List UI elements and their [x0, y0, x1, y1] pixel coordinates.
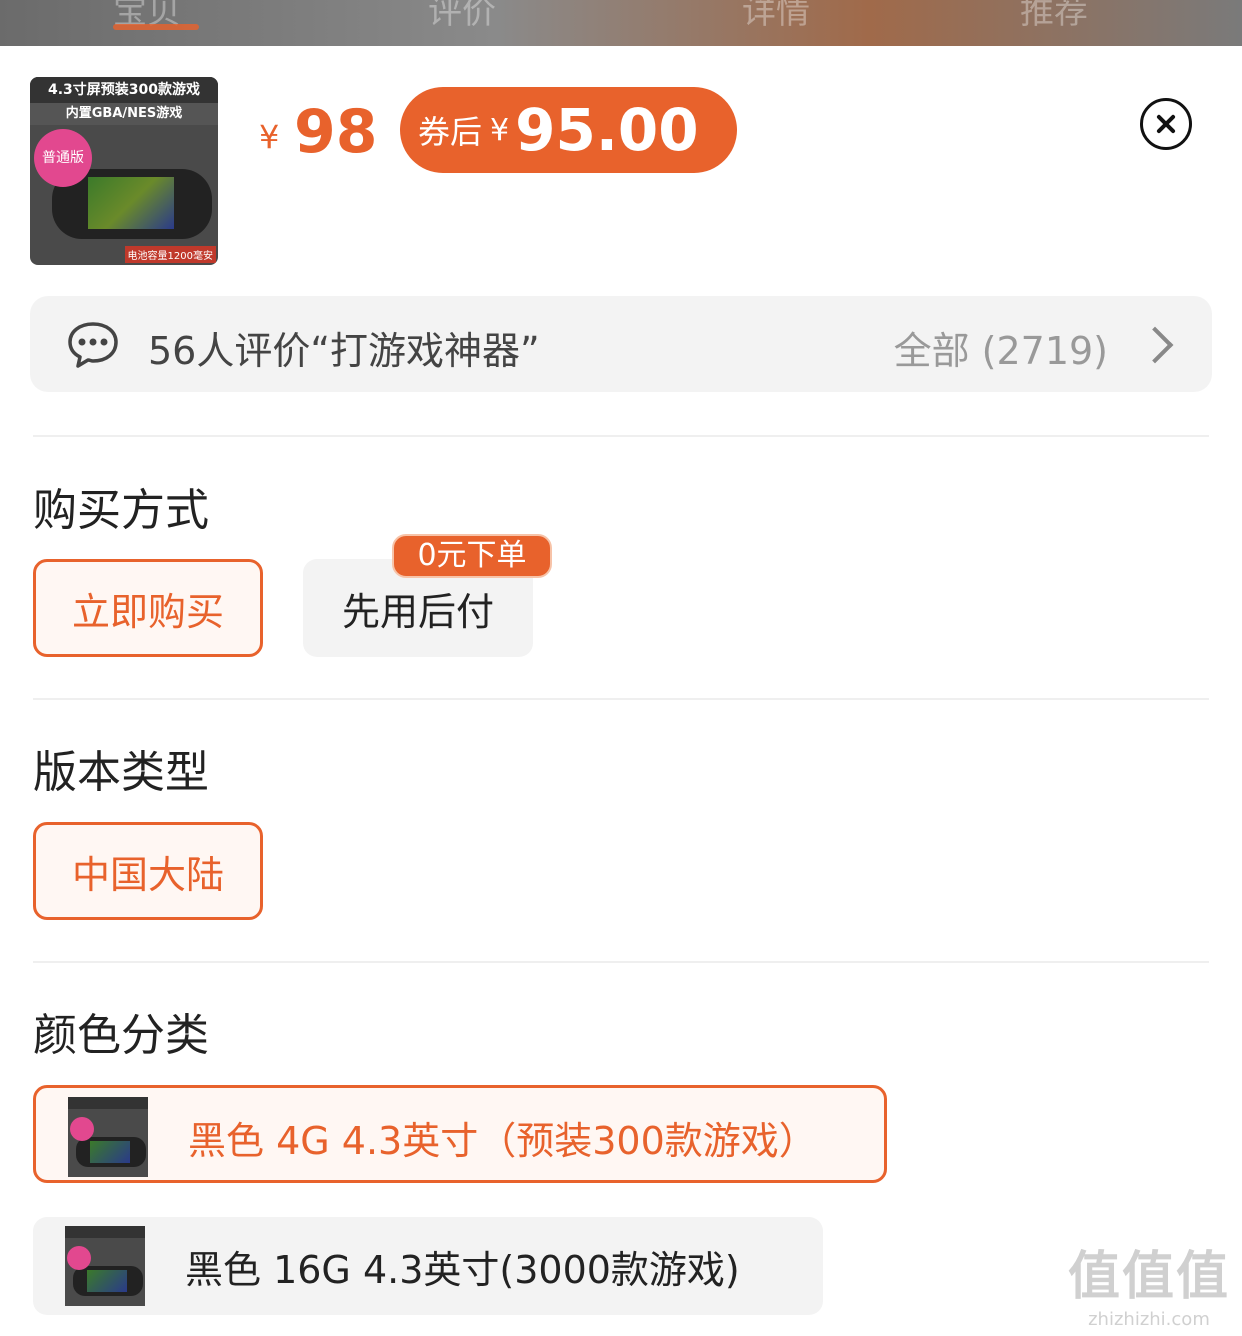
coupon-price: 95.00: [515, 96, 699, 164]
coupon-label: 券后: [418, 113, 483, 151]
color-option-label: 黑色 16G 4.3英寸(3000款游戏): [185, 1248, 740, 1292]
tab-reviews[interactable]: 评价: [428, 0, 496, 33]
active-tab-indicator: [113, 24, 199, 30]
color-option-label: 黑色 4G 4.3英寸（预装300款游戏）: [188, 1119, 817, 1163]
reviews-all-count[interactable]: 全部 (2719): [894, 320, 1108, 375]
divider: [33, 961, 1209, 963]
coupon-price-pill: 券后 ¥ 95.00: [400, 87, 737, 173]
tab-details[interactable]: 详情: [742, 0, 810, 33]
thumb-battery-note: 电池容量1200毫安: [124, 246, 216, 263]
chat-bubble-icon: [68, 322, 118, 368]
device-screen: [88, 177, 174, 229]
thumb-caption-1: 4.3寸屏预装300款游戏: [30, 77, 218, 103]
purchase-method-title: 购买方式: [33, 485, 209, 536]
thumb-badge: 普通版: [34, 129, 92, 187]
close-icon[interactable]: [1140, 98, 1192, 150]
option-mainland-china[interactable]: 中国大陆: [33, 822, 263, 920]
color-category-title: 颜色分类: [33, 1010, 209, 1061]
chevron-right-icon: [1136, 326, 1174, 364]
site-watermark: 值值值 zhizhizhi.com: [1068, 1234, 1230, 1330]
color-option-thumbnail: [65, 1226, 145, 1306]
zero-yuan-order-tag: 0元下单: [392, 534, 552, 578]
product-thumbnail[interactable]: 4.3寸屏预装300款游戏 内置GBA/NES游戏 普通版 电池容量1200毫安: [30, 77, 218, 265]
version-type-title: 版本类型: [33, 747, 209, 798]
color-option-4g[interactable]: 黑色 4G 4.3英寸（预装300款游戏）: [33, 1085, 887, 1183]
reviews-bar[interactable]: 56人评价“打游戏神器” 全部 (2719): [30, 296, 1212, 392]
thumb-caption-2: 内置GBA/NES游戏: [30, 103, 218, 125]
watermark-url: zhizhizhi.com: [1088, 1309, 1210, 1330]
tab-recommend[interactable]: 推荐: [1020, 0, 1088, 33]
divider: [33, 698, 1209, 700]
divider: [33, 435, 1209, 437]
watermark-logo: 值值值: [1067, 1247, 1230, 1307]
option-buy-now[interactable]: 立即购买: [33, 559, 263, 657]
price-currency: ¥: [259, 118, 280, 156]
color-option-thumbnail: [68, 1097, 148, 1177]
sku-selector-sheet: 4.3寸屏预装300款游戏 内置GBA/NES游戏 普通版 电池容量1200毫安…: [0, 46, 1242, 1336]
coupon-currency: ¥: [490, 112, 510, 148]
price-value: 98: [294, 97, 378, 167]
color-option-16g[interactable]: 黑色 16G 4.3英寸(3000款游戏): [33, 1217, 823, 1315]
reviews-summary: 56人评价“打游戏神器”: [148, 329, 540, 373]
top-tab-bar: 宝贝 评价 详情 推荐: [0, 0, 1242, 46]
